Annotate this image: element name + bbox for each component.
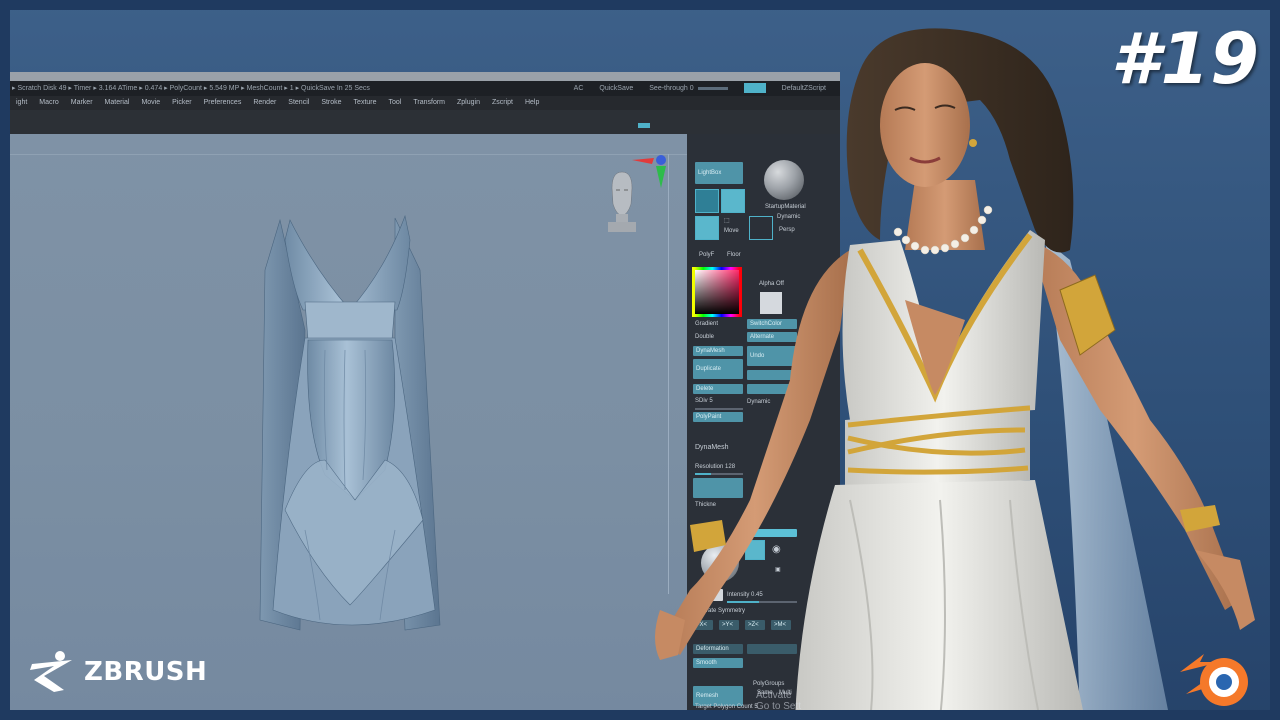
zbrush-figure-icon [30,651,72,692]
menu-preferences[interactable]: Preferences [198,96,248,110]
status-info: ▸ Scratch Disk 49 ▸ Timer ▸ 3.164 ATime … [12,85,370,92]
menu-render[interactable]: Render [247,96,282,110]
menu-marker[interactable]: Marker [65,96,99,110]
zbrush-wordmark: ZBRUSH [84,657,208,687]
menu-tool[interactable]: Tool [383,96,408,110]
quicksave-button[interactable]: QuickSave [599,81,633,96]
menu-stencil[interactable]: Stencil [282,96,315,110]
menu-transform[interactable]: Transform [407,96,451,110]
menu-stroke[interactable]: Stroke [315,96,347,110]
character-render [655,28,1255,720]
activate-watermark: Activate Go to Sett [756,690,802,712]
zbrush-logo: ZBRUSH [24,650,207,694]
menu-picker[interactable]: Picker [166,96,197,110]
episode-number: #19 [1110,18,1260,100]
menu-zscript[interactable]: Zscript [486,96,519,110]
status-ac[interactable]: AC [574,81,584,96]
menu-light[interactable]: ight [10,96,33,110]
blender-icon [1180,654,1248,706]
menu-texture[interactable]: Texture [348,96,383,110]
dress-model[interactable] [245,210,455,640]
menu-macro[interactable]: Macro [33,96,64,110]
menu-movie[interactable]: Movie [135,96,166,110]
menu-help[interactable]: Help [519,96,545,110]
menu-zplugin[interactable]: Zplugin [451,96,486,110]
menu-material[interactable]: Material [99,96,136,110]
